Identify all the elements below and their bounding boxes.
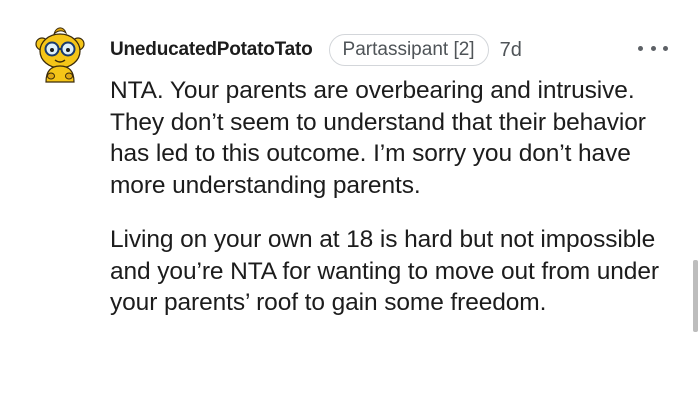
comment-paragraph: NTA. Your parents are overbearing and in… <box>110 77 646 199</box>
scrollbar[interactable] <box>693 260 698 332</box>
comment-header: UneducatedPotatoTato Partassipant [2] 7d <box>110 33 522 67</box>
more-horizontal-icon <box>638 45 643 51</box>
comment-body: NTA. Your parents are overbearing and in… <box>110 75 680 342</box>
user-flair: Partassipant [2] <box>328 34 489 66</box>
comment: UneducatedPotatoTato Partassipant [2] 7d… <box>0 0 700 403</box>
comment-age: 7d <box>499 38 522 61</box>
more-horizontal-icon-dot <box>663 45 668 51</box>
more-options-button[interactable] <box>638 36 668 60</box>
username-link[interactable]: UneducatedPotatoTato <box>110 39 313 61</box>
avatar[interactable] <box>30 24 90 84</box>
more-horizontal-icon-dot <box>650 45 656 51</box>
comment-paragraph: Living on your own at 18 is hard but not… <box>110 226 659 316</box>
potato-avatar-icon <box>35 27 85 83</box>
